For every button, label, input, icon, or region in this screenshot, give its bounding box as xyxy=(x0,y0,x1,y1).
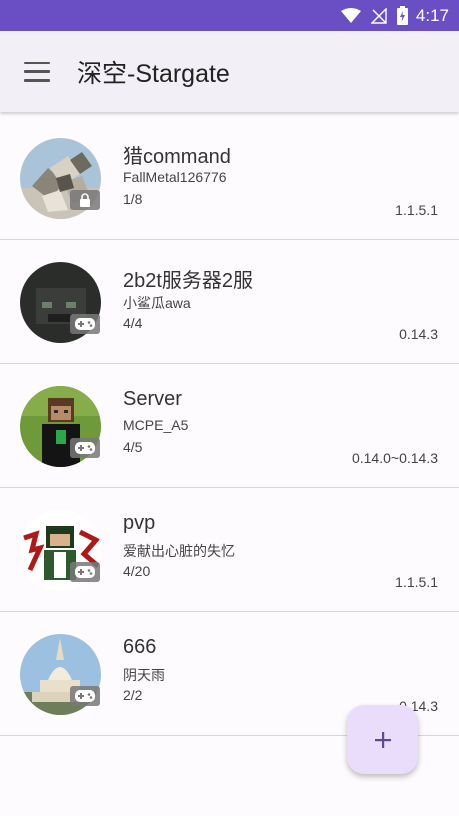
gamepad-icon xyxy=(70,438,100,458)
add-server-button[interactable] xyxy=(347,705,418,774)
gamepad-icon xyxy=(70,686,100,706)
server-row[interactable]: pvp 爱献出心脏的失忆 4/20 1.1.5.1 xyxy=(0,488,459,612)
server-name: 666 xyxy=(123,636,157,658)
player-count: 2/2 xyxy=(123,687,143,703)
player-count: 1/8 xyxy=(123,191,143,207)
app-bar: 深空-Stargate xyxy=(0,31,459,112)
server-row[interactable]: 2b2t服务器2服 小鲨瓜awa 4/4 0.14.3 xyxy=(0,240,459,364)
server-name: 猎command xyxy=(123,146,231,168)
player-count: 4/4 xyxy=(123,315,143,331)
gamepad-icon xyxy=(70,562,100,582)
lock-icon xyxy=(70,190,100,210)
hamburger-menu-icon[interactable] xyxy=(24,61,50,82)
server-row[interactable]: Server MCPE_A5 4/5 0.14.0~0.14.3 xyxy=(0,364,459,488)
server-name: Server xyxy=(123,388,182,410)
player-count: 4/5 xyxy=(123,439,143,455)
server-version: 1.1.5.1 xyxy=(395,202,438,218)
server-version: 0.14.0~0.14.3 xyxy=(351,450,438,466)
server-version: 0.14.3 xyxy=(399,326,438,342)
wifi-icon xyxy=(340,7,361,24)
gamepad-icon xyxy=(70,314,100,334)
plus-icon xyxy=(374,731,391,748)
server-list: 猎command FallMetal126776 1/8 1.1.5.1 2b2… xyxy=(0,116,459,736)
server-version: 1.1.5.1 xyxy=(395,574,438,590)
server-owner: MCPE_A5 xyxy=(123,417,189,433)
status-time: 4:17 xyxy=(415,5,449,25)
no-signal-icon xyxy=(370,7,387,24)
server-owner: FallMetal126776 xyxy=(123,169,227,185)
server-name: pvp xyxy=(123,512,156,534)
player-count: 4/20 xyxy=(123,563,151,579)
status-bar: 4:17 xyxy=(0,0,459,31)
server-name: 2b2t服务器2服 xyxy=(123,270,254,292)
battery-charging-icon xyxy=(396,6,408,25)
server-owner: 小鲨瓜awa xyxy=(123,295,191,311)
server-owner: 爱献出心脏的失忆 xyxy=(123,543,235,559)
server-owner: 阴天雨 xyxy=(123,667,165,683)
server-row[interactable]: 猎command FallMetal126776 1/8 1.1.5.1 xyxy=(0,116,459,240)
page-title: 深空-Stargate xyxy=(77,59,230,88)
